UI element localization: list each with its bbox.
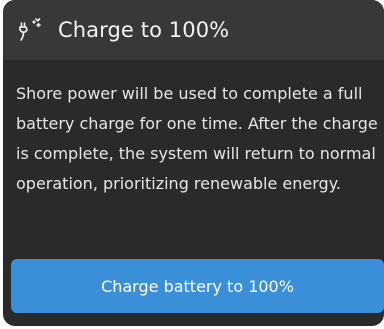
- dialog-description: Shore power will be used to complete a f…: [16, 84, 378, 193]
- dialog-header: Charge to 100%: [3, 0, 384, 60]
- charge-battery-button[interactable]: Charge battery to 100%: [11, 259, 384, 313]
- charge-plug-icon: [14, 15, 44, 45]
- dialog-title: Charge to 100%: [58, 18, 230, 42]
- charge-dialog: Charge to 100% Shore power will be used …: [3, 0, 384, 326]
